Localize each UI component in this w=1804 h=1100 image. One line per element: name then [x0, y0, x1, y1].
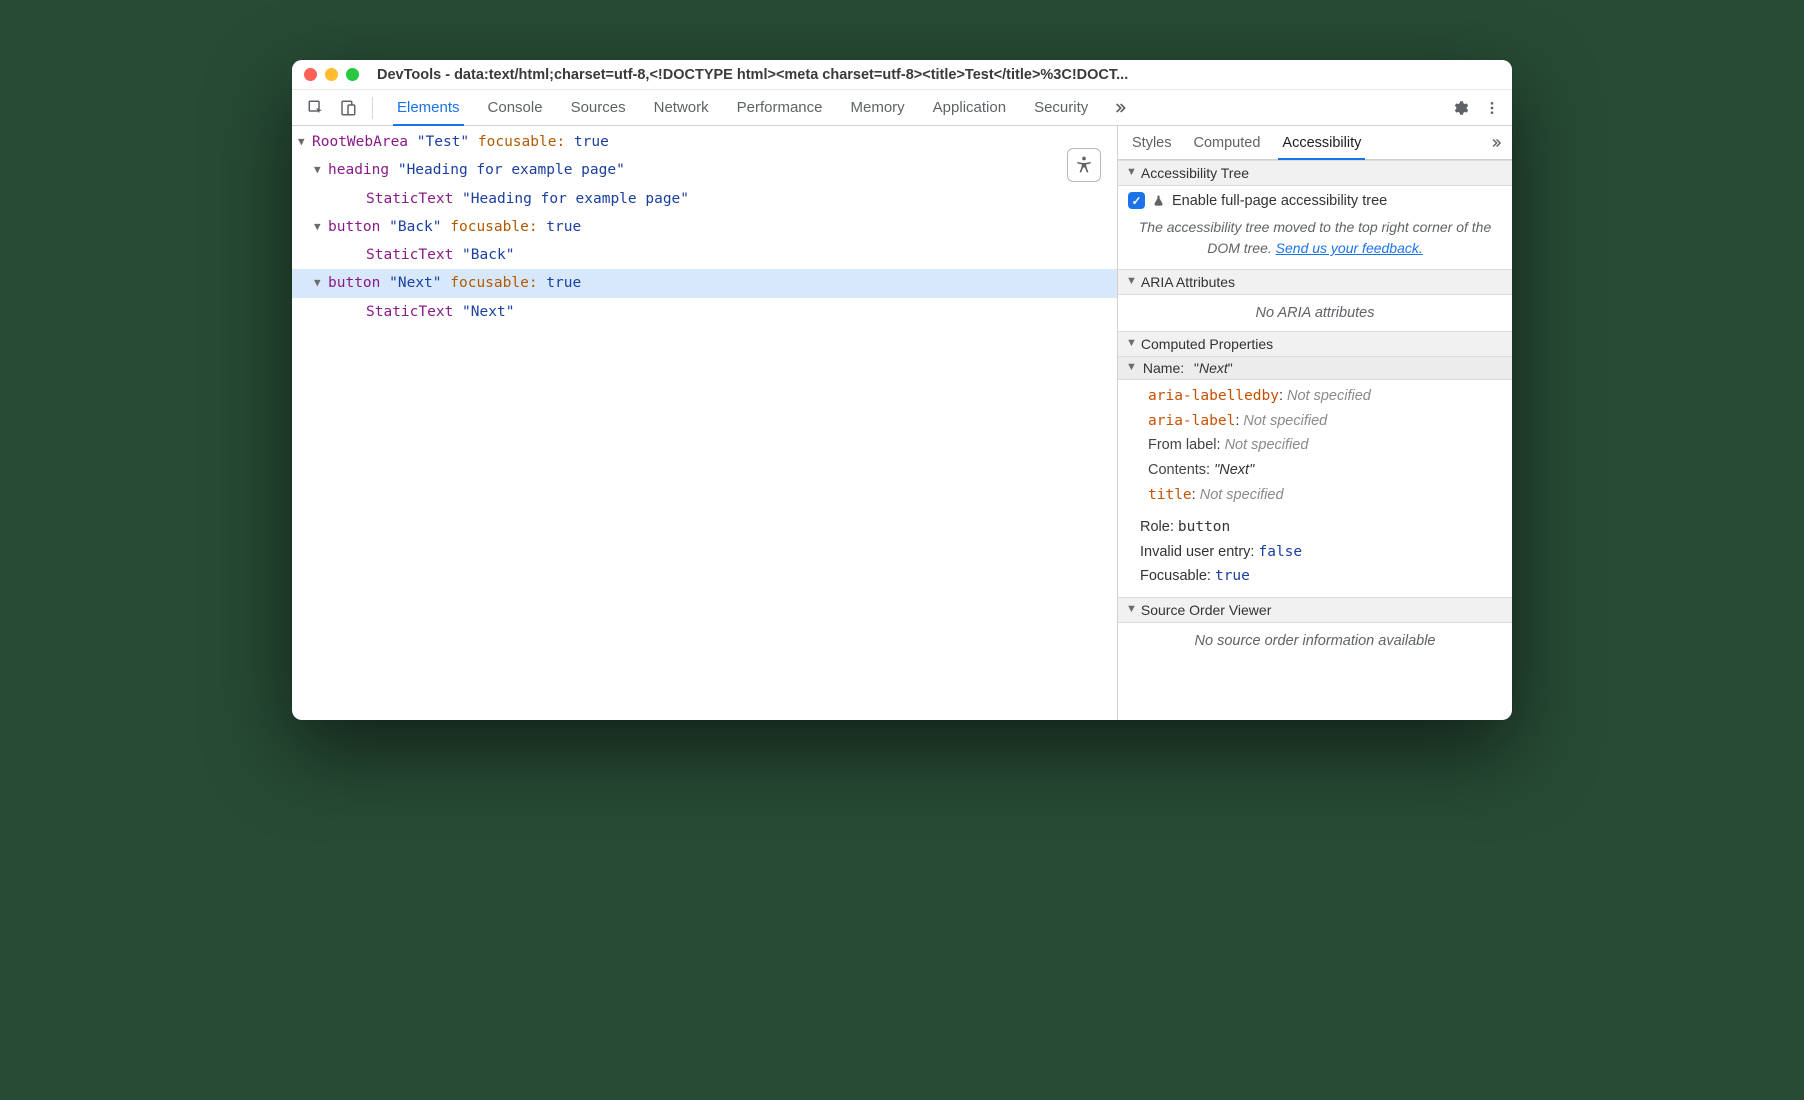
sidebar: Styles Computed Accessibility ▼ Accessib…	[1117, 126, 1512, 720]
panel-tabs: Elements Console Sources Network Perform…	[383, 90, 1102, 125]
aria-empty-text: No ARIA attributes	[1118, 295, 1512, 331]
name-source-row: aria-labelledby: Not specified	[1148, 384, 1504, 409]
separator	[372, 97, 373, 119]
tree-row[interactable]: ▼button "Next" focusable: true	[292, 269, 1117, 297]
focusable-value: true	[1215, 568, 1250, 584]
section-computed-properties[interactable]: ▼ Computed Properties	[1118, 331, 1512, 357]
role-value: button	[1178, 519, 1230, 535]
computed-name-row[interactable]: ▼ Name: "Next"	[1118, 357, 1512, 380]
section-title: Accessibility Tree	[1141, 165, 1249, 181]
main-toolbar: Elements Console Sources Network Perform…	[292, 90, 1512, 126]
chevron-down-icon: ▼	[1126, 603, 1137, 615]
more-sidebar-tabs-icon[interactable]	[1484, 129, 1508, 157]
tree-row[interactable]: StaticText "Next"	[292, 298, 1117, 326]
checkbox-checked-icon[interactable]: ✓	[1128, 192, 1145, 209]
tab-console[interactable]: Console	[474, 90, 557, 125]
name-source-row: title: Not specified	[1148, 483, 1504, 508]
invalid-value: false	[1258, 544, 1302, 560]
section-source-order[interactable]: ▼ Source Order Viewer	[1118, 597, 1512, 623]
titlebar: DevTools - data:text/html;charset=utf-8,…	[292, 60, 1512, 90]
more-tabs-icon[interactable]	[1106, 94, 1134, 122]
minimize-icon[interactable]	[325, 68, 338, 81]
side-tab-accessibility[interactable]: Accessibility	[1272, 126, 1371, 159]
name-source-row: Contents: "Next"	[1148, 458, 1504, 483]
zoom-icon[interactable]	[346, 68, 359, 81]
checkbox-label: Enable full-page accessibility tree	[1172, 193, 1387, 209]
sidebar-tabs: Styles Computed Accessibility	[1118, 126, 1512, 160]
accessibility-icon[interactable]	[1067, 148, 1101, 182]
tip-text: The accessibility tree moved to the top …	[1128, 217, 1502, 259]
devtools-window: DevTools - data:text/html;charset=utf-8,…	[292, 60, 1512, 720]
enable-full-page-tree-row[interactable]: ✓ Enable full-page accessibility tree	[1128, 192, 1502, 209]
section-aria-attributes[interactable]: ▼ ARIA Attributes	[1118, 269, 1512, 295]
source-order-empty: No source order information available	[1118, 623, 1512, 659]
tree-row[interactable]: StaticText "Back"	[292, 241, 1117, 269]
section-body-a11y-tree: ✓ Enable full-page accessibility tree Th…	[1118, 186, 1512, 269]
side-tab-computed[interactable]: Computed	[1184, 126, 1271, 159]
close-icon[interactable]	[304, 68, 317, 81]
name-source-row: From label: Not specified	[1148, 433, 1504, 458]
chevron-down-icon: ▼	[1126, 337, 1137, 349]
gear-icon[interactable]	[1446, 94, 1474, 122]
tree-row[interactable]: StaticText "Heading for example page"	[292, 185, 1117, 213]
section-accessibility-tree[interactable]: ▼ Accessibility Tree	[1118, 160, 1512, 186]
section-title: Computed Properties	[1141, 336, 1273, 352]
side-tab-styles[interactable]: Styles	[1122, 126, 1182, 159]
section-title: Source Order Viewer	[1141, 602, 1271, 618]
inspect-icon[interactable]	[302, 94, 330, 122]
chevron-down-icon: ▼	[1126, 166, 1137, 178]
tab-security[interactable]: Security	[1020, 90, 1102, 125]
computed-name-sources: aria-labelledby: Not specifiedaria-label…	[1118, 380, 1512, 515]
name-label: Name:	[1143, 360, 1184, 376]
tab-application[interactable]: Application	[919, 90, 1020, 125]
tab-memory[interactable]: Memory	[837, 90, 919, 125]
accessibility-tree: ▼RootWebArea "Test" focusable: true▼head…	[292, 126, 1117, 720]
window-title: DevTools - data:text/html;charset=utf-8,…	[377, 67, 1500, 83]
tab-elements[interactable]: Elements	[383, 90, 474, 125]
tab-network[interactable]: Network	[640, 90, 723, 125]
panel-body: ▼RootWebArea "Test" focusable: true▼head…	[292, 126, 1512, 720]
kebab-icon[interactable]	[1478, 94, 1506, 122]
tab-performance[interactable]: Performance	[723, 90, 837, 125]
tree-row[interactable]: ▼heading "Heading for example page"	[292, 156, 1117, 184]
name-source-row: aria-label: Not specified	[1148, 409, 1504, 434]
tree-row[interactable]: ▼RootWebArea "Test" focusable: true	[292, 128, 1117, 156]
tab-sources[interactable]: Sources	[557, 90, 640, 125]
feedback-link[interactable]: Send us your feedback.	[1276, 240, 1423, 256]
section-title: ARIA Attributes	[1141, 274, 1235, 290]
traffic-lights	[304, 68, 359, 81]
flask-icon	[1152, 194, 1165, 207]
chevron-down-icon: ▼	[1126, 361, 1137, 373]
chevron-down-icon: ▼	[1126, 275, 1137, 287]
tree-row[interactable]: ▼button "Back" focusable: true	[292, 213, 1117, 241]
device-toggle-icon[interactable]	[334, 94, 362, 122]
name-value: Next	[1199, 360, 1228, 376]
computed-bottom: Role: button Invalid user entry: false F…	[1118, 515, 1512, 597]
